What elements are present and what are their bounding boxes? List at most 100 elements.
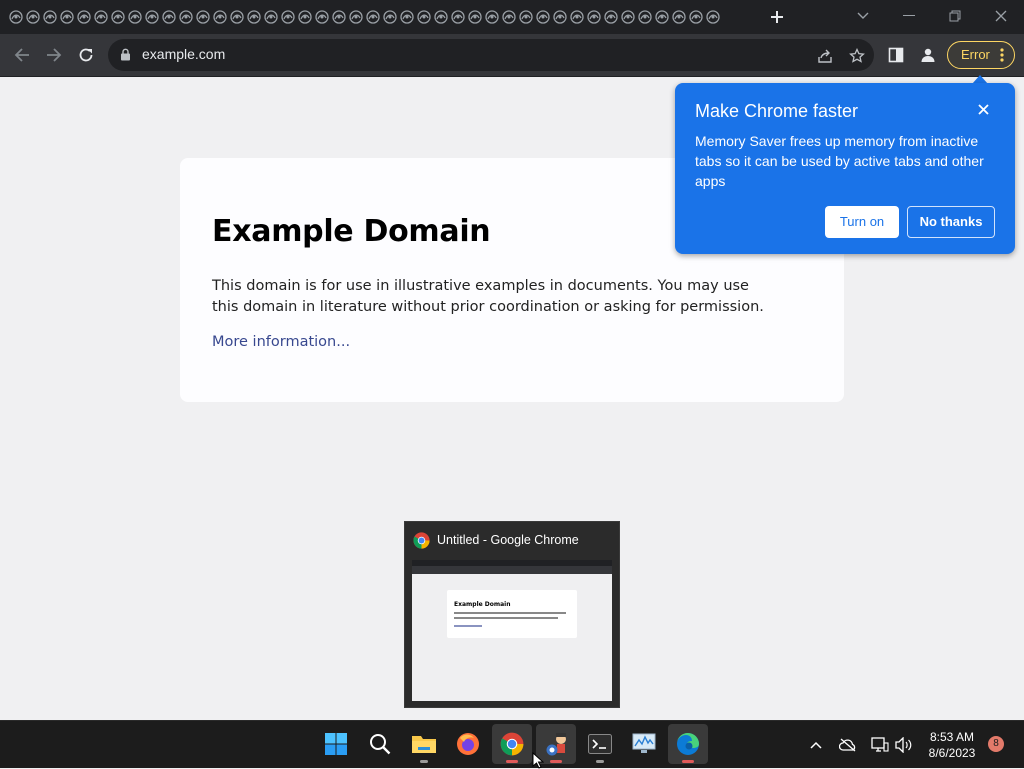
firefox-button[interactable] (448, 724, 488, 764)
turn-on-button[interactable]: Turn on (825, 206, 899, 238)
windows-start-icon (325, 733, 347, 755)
url-text[interactable]: example.com (142, 46, 225, 62)
browser-tab[interactable] (195, 7, 210, 27)
running-indicator (596, 760, 604, 763)
browser-tab[interactable] (467, 7, 482, 27)
browser-tab[interactable] (348, 7, 363, 27)
globe-icon (331, 10, 346, 24)
browser-tab[interactable] (688, 7, 703, 27)
address-bar[interactable]: example.com (108, 39, 874, 71)
show-hidden-icons-button[interactable] (806, 735, 826, 755)
browser-tab[interactable] (416, 7, 431, 27)
file-explorer-button[interactable] (404, 724, 444, 764)
volume-button[interactable] (894, 735, 914, 755)
thumb-text-line (454, 617, 558, 619)
browser-tab[interactable] (42, 7, 57, 27)
globe-icon (518, 10, 533, 24)
browser-tab[interactable] (212, 7, 227, 27)
globe-icon (484, 10, 499, 24)
globe-icon (620, 10, 635, 24)
no-thanks-button[interactable]: No thanks (907, 206, 995, 238)
file-explorer-icon (412, 736, 436, 753)
minimize-button[interactable] (896, 4, 922, 28)
browser-tab[interactable] (484, 7, 499, 27)
network-button[interactable] (870, 735, 890, 755)
monitor-button[interactable] (624, 724, 664, 764)
arrow-left-icon (14, 48, 29, 62)
thumb-link-line (454, 625, 482, 627)
globe-icon (195, 10, 210, 24)
browser-tab[interactable] (705, 7, 720, 27)
restore-button[interactable] (942, 4, 968, 28)
browser-tab[interactable] (331, 7, 346, 27)
lock-icon[interactable] (120, 48, 131, 61)
onedrive-button[interactable] (838, 735, 858, 755)
taskbar-search-button[interactable] (360, 724, 400, 764)
start-button[interactable] (316, 724, 356, 764)
browser-tab[interactable] (382, 7, 397, 27)
browser-tab[interactable] (8, 7, 23, 27)
browser-tab[interactable] (178, 7, 193, 27)
globe-icon (637, 10, 652, 24)
restore-icon (949, 10, 961, 22)
browser-tab[interactable] (314, 7, 329, 27)
error-menu-button[interactable]: Error (947, 41, 1015, 69)
browser-tab[interactable] (365, 7, 380, 27)
browser-tab[interactable] (229, 7, 244, 27)
browser-tab[interactable] (501, 7, 516, 27)
notification-badge[interactable]: 8 (988, 736, 1004, 752)
page-heading: Example Domain (212, 214, 491, 249)
browser-tab[interactable] (280, 7, 295, 27)
browser-tab[interactable] (433, 7, 448, 27)
browser-tab[interactable] (671, 7, 686, 27)
tab-search-button[interactable] (850, 4, 876, 28)
browser-tab[interactable] (637, 7, 652, 27)
back-button[interactable] (10, 43, 34, 67)
bookmark-button[interactable] (848, 47, 866, 65)
share-button[interactable] (816, 47, 834, 65)
browser-tab[interactable] (25, 7, 40, 27)
browser-tab[interactable] (297, 7, 312, 27)
new-tab-button[interactable] (766, 6, 788, 28)
bubble-close-button[interactable] (974, 100, 992, 118)
share-icon (818, 49, 832, 63)
browser-tab[interactable] (552, 7, 567, 27)
more-information-link[interactable]: More information... (212, 334, 350, 350)
browser-tab[interactable] (399, 7, 414, 27)
close-window-button[interactable] (988, 4, 1014, 28)
globe-icon (603, 10, 618, 24)
taskbar-window-preview[interactable]: Untitled - Google Chrome Example Domain (404, 521, 620, 708)
chrome-taskbar-button[interactable] (492, 724, 532, 764)
browser-tab[interactable] (144, 7, 159, 27)
globe-icon (76, 10, 91, 24)
forward-button[interactable] (42, 43, 66, 67)
browser-tab[interactable] (586, 7, 601, 27)
browser-tab[interactable] (450, 7, 465, 27)
browser-tab[interactable] (161, 7, 176, 27)
browser-tab[interactable] (569, 7, 584, 27)
browser-tab[interactable] (110, 7, 125, 27)
globe-icon (178, 10, 193, 24)
browser-tab[interactable] (76, 7, 91, 27)
browser-tab[interactable] (518, 7, 533, 27)
browser-tab[interactable] (246, 7, 261, 27)
browser-tab[interactable] (535, 7, 550, 27)
browser-tab[interactable] (127, 7, 142, 27)
clock-button[interactable]: 8:53 AM 8/6/2023 (920, 729, 984, 761)
browser-tab[interactable] (654, 7, 669, 27)
reload-button[interactable] (74, 43, 98, 67)
side-panel-button[interactable] (884, 43, 908, 67)
browser-tab[interactable] (603, 7, 618, 27)
browser-tab[interactable] (263, 7, 278, 27)
profile-button[interactable] (916, 43, 940, 67)
browser-tab[interactable] (93, 7, 108, 27)
thumb-toolbar (412, 566, 612, 574)
clock-time: 8:53 AM (929, 730, 975, 744)
browser-tab[interactable] (59, 7, 74, 27)
browser-tab[interactable] (620, 7, 635, 27)
mouse-cursor-icon (532, 752, 544, 769)
edge-button[interactable] (668, 724, 708, 764)
running-indicator (506, 760, 518, 763)
arrow-right-icon (47, 48, 62, 62)
terminal-button[interactable] (580, 724, 620, 764)
